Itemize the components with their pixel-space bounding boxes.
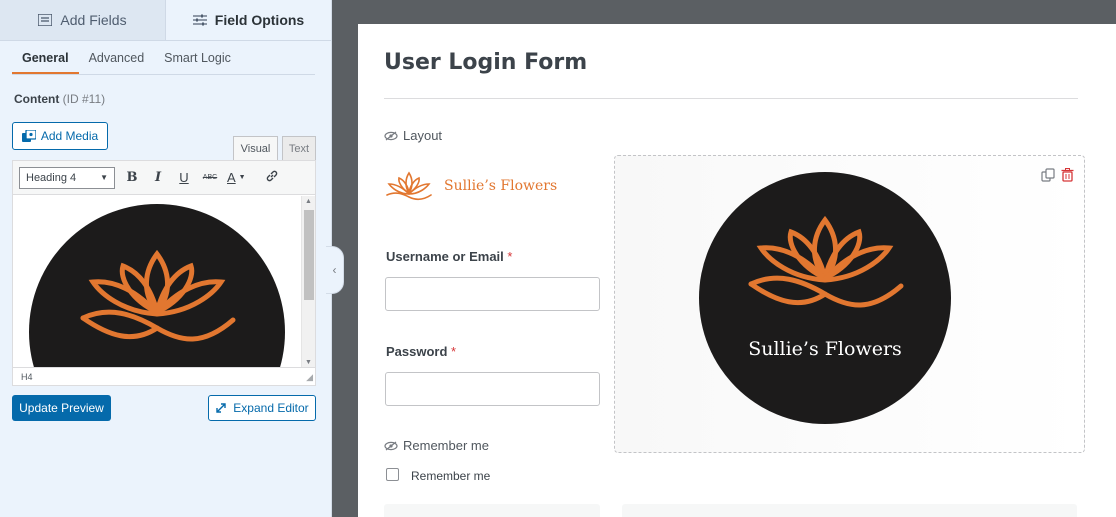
- password-label-text: Password: [386, 344, 448, 359]
- password-label: Password *: [386, 344, 456, 359]
- format-select-value: Heading 4: [26, 171, 77, 184]
- layout-label: Layout: [403, 128, 443, 143]
- remember-me-checkbox[interactable]: [386, 468, 399, 481]
- tab-field-options[interactable]: Field Options: [166, 0, 331, 40]
- editor-toolbar: Heading 4 ▼ B I U ABC A ▼: [13, 161, 315, 195]
- username-label-text: Username or Email: [386, 249, 504, 264]
- editor-tab-text[interactable]: Text: [282, 136, 316, 160]
- subtab-advanced[interactable]: Advanced: [89, 51, 145, 74]
- username-label: Username or Email *: [386, 249, 512, 264]
- collapse-panel-button[interactable]: ‹: [326, 246, 344, 294]
- required-marker: *: [507, 249, 513, 264]
- eye-slash-icon: [384, 441, 398, 450]
- logo-text: Sullie’s Flowers: [748, 338, 902, 360]
- list-icon: [38, 14, 53, 26]
- content-label-text: Content: [14, 92, 60, 106]
- text-color-button[interactable]: A ▼: [227, 170, 255, 185]
- image-content-field[interactable]: Sullie’s Flowers: [614, 155, 1085, 453]
- editor-scrollbar[interactable]: ▲ ▼: [301, 196, 315, 368]
- form-preview: User Login Form Layout Sullie’s Flowers …: [358, 24, 1116, 517]
- field-actions: [1041, 168, 1074, 182]
- scroll-down-icon[interactable]: ▼: [305, 359, 312, 366]
- element-path[interactable]: H4: [21, 372, 33, 382]
- trash-icon[interactable]: [1061, 168, 1074, 182]
- expand-editor-label: Expand Editor: [233, 401, 309, 415]
- strikethrough-button[interactable]: ABC: [201, 174, 219, 181]
- editor-content-area[interactable]: [13, 196, 301, 368]
- chevron-left-icon: ‹: [332, 263, 337, 277]
- add-media-label: Add Media: [40, 129, 99, 143]
- brand-name: Sullie’s Flowers: [444, 178, 558, 194]
- options-subtabs: General Advanced Smart Logic: [12, 41, 315, 75]
- content-field-id: (ID #11): [62, 92, 106, 106]
- form-title: User Login Form: [384, 50, 588, 75]
- resize-handle-icon[interactable]: ◢: [306, 372, 313, 383]
- chevron-down-icon: ▼: [100, 173, 108, 182]
- tab-add-fields[interactable]: Add Fields: [0, 0, 166, 40]
- media-icon: [21, 129, 36, 142]
- remember-section-text: Remember me: [403, 438, 489, 453]
- next-field-placeholder: [622, 504, 1077, 517]
- scrollbar-thumb[interactable]: [304, 210, 314, 300]
- password-input[interactable]: [385, 372, 600, 406]
- editor-tab-visual[interactable]: Visual: [233, 136, 278, 161]
- link-icon[interactable]: [263, 169, 281, 186]
- layout-section-label: Layout: [384, 128, 442, 143]
- format-select[interactable]: Heading 4 ▼: [19, 166, 115, 189]
- italic-button[interactable]: I: [149, 170, 167, 185]
- expand-editor-button[interactable]: Expand Editor: [208, 395, 316, 421]
- chevron-down-icon: ▼: [238, 174, 246, 181]
- title-divider: [384, 98, 1078, 99]
- content-editor: Heading 4 ▼ B I U ABC A ▼ ▲ ▼ H4 ◢: [12, 160, 316, 386]
- add-media-button[interactable]: Add Media: [12, 122, 108, 150]
- next-field-placeholder: [384, 504, 600, 517]
- sliders-icon: [192, 14, 207, 26]
- required-marker: *: [451, 344, 457, 359]
- tab-field-options-label: Field Options: [214, 12, 305, 28]
- logo-image: [29, 204, 285, 368]
- expand-icon: [216, 403, 226, 413]
- eye-slash-icon: [384, 131, 398, 140]
- panel-tabs: Add Fields Field Options: [0, 0, 331, 41]
- remember-me-label[interactable]: Remember me: [411, 469, 490, 483]
- update-preview-button[interactable]: Update Preview: [12, 395, 111, 421]
- remember-section-label: Remember me: [384, 438, 489, 453]
- scroll-up-icon[interactable]: ▲: [305, 198, 312, 205]
- editor-statusbar: H4 ◢: [13, 367, 315, 385]
- text-color-label: A: [227, 170, 236, 185]
- subtab-smart-logic[interactable]: Smart Logic: [164, 51, 231, 74]
- underline-button[interactable]: U: [175, 170, 193, 185]
- brand-header: Sullie’s Flowers: [384, 169, 557, 203]
- username-input[interactable]: [385, 277, 600, 311]
- duplicate-icon[interactable]: [1041, 168, 1055, 182]
- lotus-logo-icon: [386, 171, 432, 201]
- bold-button[interactable]: B: [123, 170, 141, 185]
- logo-image: Sullie’s Flowers: [699, 172, 951, 424]
- content-field-label: Content (ID #11): [14, 92, 105, 106]
- tab-add-fields-label: Add Fields: [60, 12, 127, 28]
- field-options-panel: Add Fields Field Options General Advance…: [0, 0, 332, 517]
- subtab-general[interactable]: General: [12, 51, 79, 74]
